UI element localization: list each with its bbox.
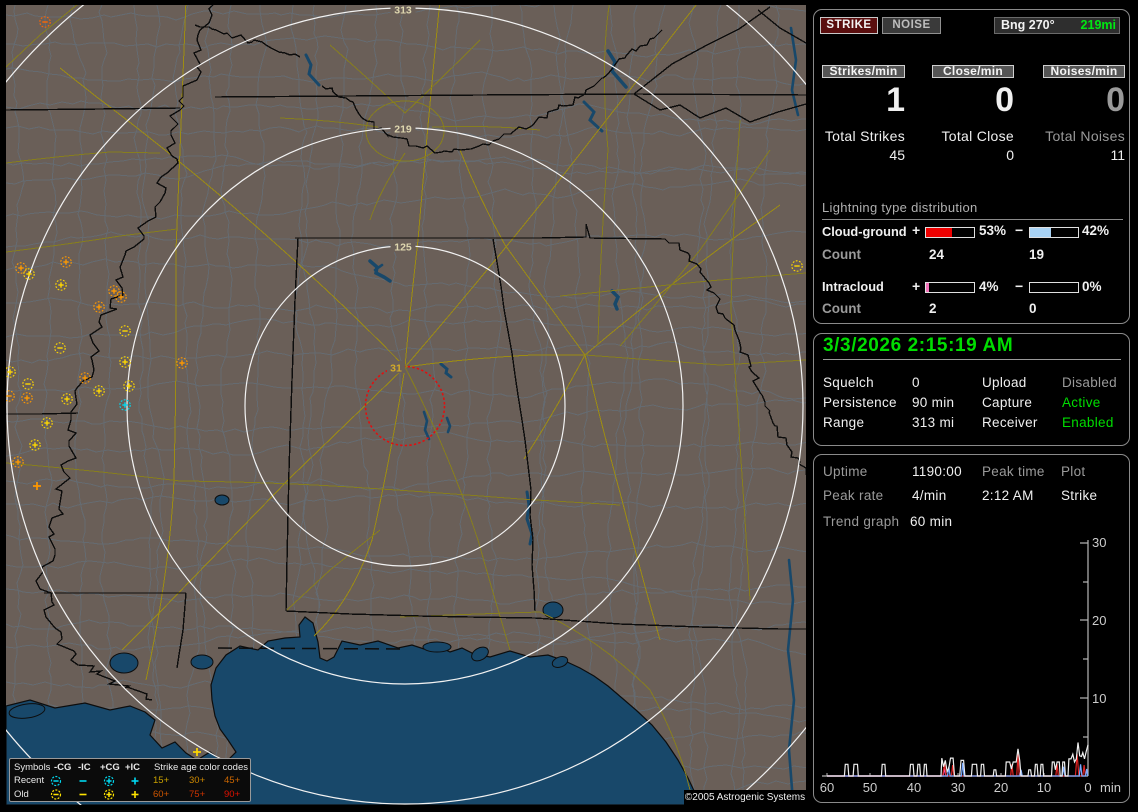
svg-text:10: 10 [1092,691,1106,706]
svg-text:min: min [1100,780,1121,795]
svg-text:60: 60 [820,780,834,795]
svg-text:20: 20 [1092,613,1106,628]
svg-text:40: 40 [907,780,921,795]
svg-text:0: 0 [1084,780,1091,795]
svg-text:10: 10 [1037,780,1051,795]
svg-text:50: 50 [863,780,877,795]
svg-text:20: 20 [994,780,1008,795]
svg-text:30: 30 [951,780,965,795]
svg-text:30: 30 [1092,535,1106,550]
